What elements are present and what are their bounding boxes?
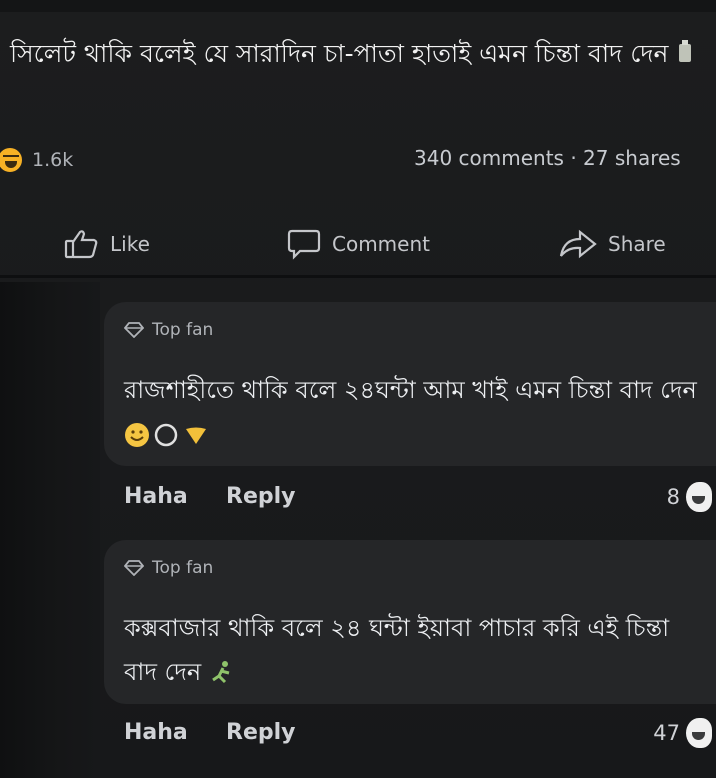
comment-reaction-count: 47 xyxy=(653,721,680,745)
comment-text: কক্সবাজার থাকি বলে ২৪ ঘন্টা ইয়াবা পাচার… xyxy=(124,606,704,700)
left-shadow xyxy=(0,282,100,778)
haha-link[interactable]: Haha xyxy=(124,484,188,509)
reaction-count: 1.6k xyxy=(32,149,74,171)
comment-button[interactable]: Comment xyxy=(286,228,430,260)
emoji-icon xyxy=(676,36,694,64)
action-bar: Like Comment Share xyxy=(0,212,716,278)
like-label: Like xyxy=(110,232,150,256)
comment-text: রাজশাহীতে থাকি বলে ২৪ঘন্টা আম খাই এমন চি… xyxy=(124,368,704,462)
like-button[interactable]: Like xyxy=(64,228,150,260)
comment-icon xyxy=(286,228,322,260)
comment-body: কক্সবাজার থাকি বলে ২৪ ঘন্টা ইয়াবা পাচার… xyxy=(124,614,670,686)
comment-bubble[interactable]: Top fan কক্সবাজার থাকি বলে ২৪ ঘন্টা ইয়া… xyxy=(104,540,716,704)
share-label: Share xyxy=(608,232,666,256)
diamond-icon xyxy=(124,560,144,576)
comment-share-count[interactable]: 340 comments · 27 shares xyxy=(414,146,716,170)
reply-link[interactable]: Reply xyxy=(226,720,296,745)
share-icon xyxy=(558,228,598,260)
post-stats: 1.6k 340 comments · 27 shares xyxy=(0,140,716,180)
top-fan-badge: Top fan xyxy=(124,558,213,578)
haha-reaction-icon xyxy=(686,482,712,512)
badge-label: Top fan xyxy=(152,320,214,340)
comment-body: রাজশাহীতে থাকি বলে ২৪ঘন্টা আম খাই এমন চি… xyxy=(124,376,697,404)
comment-actions: Haha Reply 8 xyxy=(104,480,716,520)
reply-link[interactable]: Reply xyxy=(226,484,296,509)
comment-reaction-count: 8 xyxy=(666,485,680,509)
top-fan-badge: Top fan xyxy=(124,320,213,340)
haha-reaction-icon xyxy=(686,718,712,748)
running-emoji-icon xyxy=(209,656,235,700)
share-button[interactable]: Share xyxy=(558,228,666,260)
comment-reactions[interactable]: 8 xyxy=(667,482,712,512)
smile-emoji-icon xyxy=(124,418,210,462)
header-strip xyxy=(0,0,716,12)
haha-reaction-icon xyxy=(0,146,24,174)
comment-label: Comment xyxy=(332,232,430,256)
post-text: সিলেট থাকি বলেই যে সারাদিন চা-পাতা হাতাই… xyxy=(10,39,669,68)
badge-label: Top fan xyxy=(152,558,214,578)
comment-actions: Haha Reply 47 xyxy=(104,716,716,756)
reaction-summary[interactable]: 1.6k xyxy=(0,146,74,174)
haha-link[interactable]: Haha xyxy=(124,720,188,745)
like-icon xyxy=(64,228,100,260)
post-body: সিলেট থাকি বলেই যে সারাদিন চা-পাতা হাতাই… xyxy=(10,32,710,76)
diamond-icon xyxy=(124,322,144,338)
facebook-post: সিলেট থাকি বলেই যে সারাদিন চা-পাতা হাতাই… xyxy=(0,0,716,778)
comment-reactions[interactable]: 47 xyxy=(653,718,712,748)
comment-bubble[interactable]: Top fan রাজশাহীতে থাকি বলে ২৪ঘন্টা আম খা… xyxy=(104,302,716,466)
